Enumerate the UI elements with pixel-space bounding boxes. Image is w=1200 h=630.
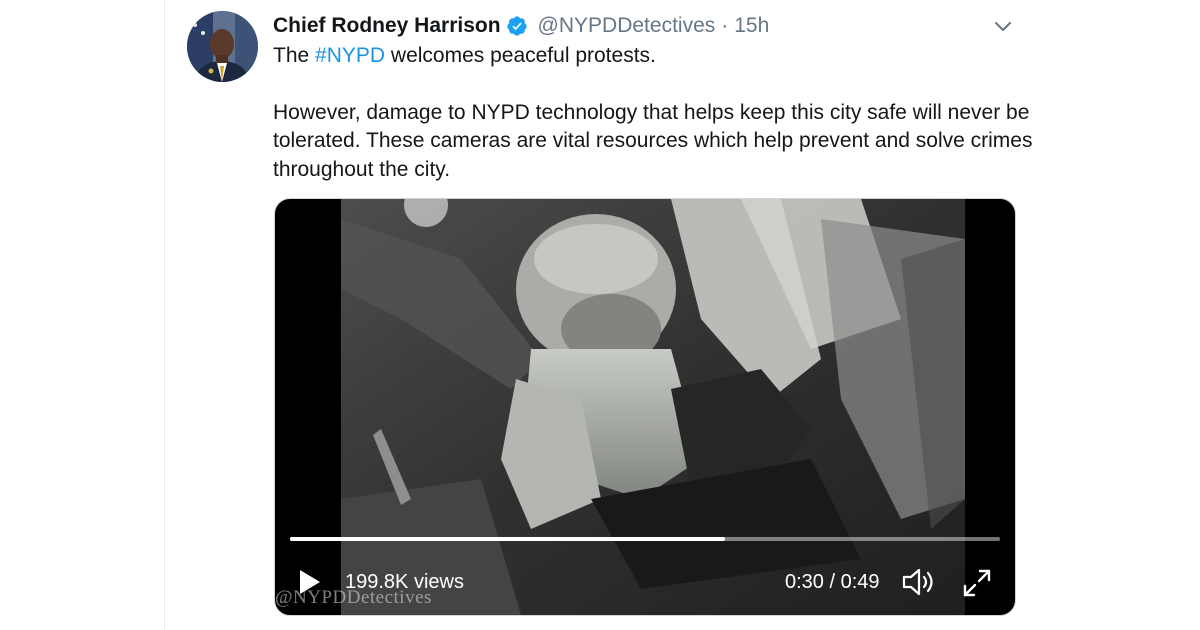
author-name[interactable]: Chief Rodney Harrison: [273, 14, 501, 38]
tweet-header: Chief Rodney Harrison @NYPDDetectives · …: [273, 12, 769, 40]
tweet-timestamp[interactable]: 15h: [734, 14, 769, 38]
chevron-down-icon[interactable]: [991, 14, 1015, 38]
tweet-text-line1: The #NYPD welcomes peaceful protests.: [273, 42, 1033, 71]
progress-bar[interactable]: [290, 537, 1000, 541]
verified-badge-icon: [506, 15, 528, 37]
tweet-text-paragraph2: However, damage to NYPD technology that …: [273, 100, 1033, 181]
view-count: 199.8K views: [345, 571, 464, 593]
avatar[interactable]: [187, 11, 258, 82]
text-suffix: welcomes peaceful protests.: [385, 44, 656, 67]
play-icon[interactable]: [297, 568, 323, 596]
separator-dot: ·: [721, 14, 729, 37]
volume-icon[interactable]: [901, 566, 939, 598]
progress-fill: [290, 537, 725, 541]
video-frame[interactable]: [341, 199, 965, 615]
tweet[interactable]: Chief Rodney Harrison @NYPDDetectives · …: [165, 0, 1035, 630]
author-handle[interactable]: @NYPDDetectives: [538, 14, 716, 38]
tweet-text: The #NYPD welcomes peaceful protests. Ho…: [273, 42, 1033, 184]
hashtag-link[interactable]: #NYPD: [315, 44, 385, 67]
video-player[interactable]: @NYPDDetectives 199.8K views 0:30 / 0:49: [274, 198, 1016, 616]
text-prefix: The: [273, 44, 316, 67]
video-timecode: 0:30 / 0:49: [785, 571, 880, 593]
expand-icon[interactable]: [961, 567, 993, 599]
